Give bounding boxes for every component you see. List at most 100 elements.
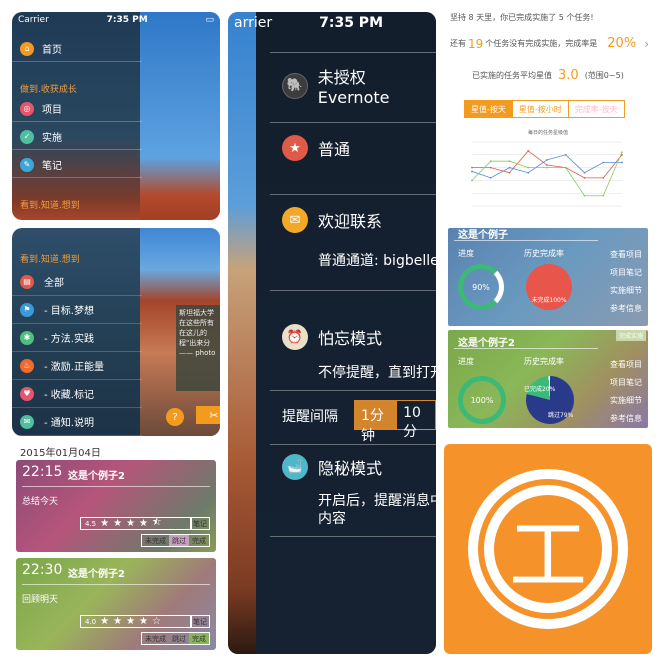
bath-icon: 🛁 [282, 454, 308, 480]
project-card[interactable]: 这是个例子 进度 历史完成率 90% 未完成100% 查看项目 项目笔记 实施细… [448, 228, 648, 326]
data-point [527, 171, 530, 174]
star-rating[interactable]: 4.5 ★ ★ ★ ★ ⯪ [80, 517, 192, 530]
link-implement-detail[interactable]: 实施细节 [610, 282, 642, 300]
task-card[interactable]: 22:30 这是个例子2 回顾明天 4.0 ★ ★ ★ ★ ☆ 笔记 未完成 跳… [16, 558, 216, 650]
photo-caption: 斯坦福大学 在这些所有 在这儿的 程"出来分 —— photo [176, 305, 220, 391]
divider [270, 290, 436, 291]
menu-item-label: - 收藏.标记 [44, 390, 94, 401]
menu-item-label: - 方法.实践 [44, 334, 94, 345]
menu-item-label: - 激励.正能量 [44, 362, 104, 373]
segment-skip[interactable]: 跳过 [169, 633, 189, 644]
scissor-icon[interactable]: ✂ [196, 406, 220, 424]
rating-score: 4.5 [85, 519, 97, 528]
carrier-label: arrier [234, 15, 273, 31]
divider [22, 486, 210, 487]
reminder-row[interactable]: ⏰ 怕忘模式 [282, 324, 382, 350]
star-icon: ★ [282, 135, 308, 161]
chart-title: 每日的任务星级值 [528, 129, 568, 136]
divider [270, 536, 436, 537]
background-photo [140, 12, 220, 220]
data-point [546, 164, 548, 166]
data-point [564, 166, 567, 169]
star-icon: ★ [100, 518, 110, 529]
note-icon: ✎ [20, 157, 34, 172]
divider [270, 52, 436, 53]
status-badge: 完成实施 [615, 330, 646, 341]
list-icon: ▤ [20, 274, 34, 289]
link-view-project[interactable]: 查看项目 [610, 356, 642, 374]
note-button[interactable]: 笔记 [190, 615, 210, 628]
link-implement-detail[interactable]: 实施细节 [610, 392, 642, 410]
divider [454, 348, 598, 349]
status-bar: Carrier 7:35 PM ▭ [12, 12, 220, 28]
history-label: 历史完成率 [524, 357, 564, 366]
history-label: 历史完成率 [524, 249, 564, 258]
tab-rate-day[interactable]: 完成率-按天 [567, 101, 624, 117]
link-view-project[interactable]: 查看项目 [610, 246, 642, 264]
star-rating[interactable]: 4.0 ★ ★ ★ ★ ☆ [80, 615, 192, 628]
segment-complete[interactable]: 完成 [189, 633, 209, 644]
segment-incomplete[interactable]: 未完成 [142, 633, 169, 644]
contact-row[interactable]: ✉ 欢迎联系 [282, 207, 382, 233]
pie-label-skip: 跳过79% [548, 412, 574, 419]
star-icon: ★ [100, 616, 110, 627]
task-time: 22:30 [22, 562, 63, 578]
link-reference[interactable]: 参考信息 [610, 410, 642, 428]
evernote-row[interactable]: 🐘 未授权Evernote [282, 64, 436, 107]
menu-item-all[interactable]: ▤ 全部 [12, 268, 142, 296]
divider [270, 194, 436, 195]
data-point [602, 176, 605, 179]
menu-item-goals[interactable]: ⚑ - 目标.梦想 [12, 296, 142, 324]
menu-item-label: 项目 [42, 105, 62, 116]
history-pie: 未完成100% [526, 264, 572, 310]
chevron-right-icon[interactable]: › [644, 37, 649, 51]
progress-label: 进度 [458, 249, 474, 258]
row-label: 隐秘模式 [318, 459, 383, 478]
menu-item-notes[interactable]: ✎ 笔记 [12, 152, 142, 178]
menu-item-methods[interactable]: ✱ - 方法.实践 [12, 324, 142, 352]
status-segment: 未完成 跳过 完成 [141, 534, 210, 547]
tab-star-day[interactable]: 星值-按天 [465, 101, 512, 117]
pie-label-done: 已完成20% [524, 386, 556, 393]
row-label: 未授权Evernote [317, 68, 390, 107]
interval-option-1min[interactable]: 1分钟 [355, 401, 398, 444]
data-point [602, 161, 605, 164]
segment-incomplete[interactable]: 未完成 [142, 535, 169, 546]
data-point [546, 166, 548, 169]
interval-option-10min[interactable]: 10分 [397, 401, 435, 440]
link-reference[interactable]: 参考信息 [610, 300, 642, 318]
app-logo-glyph: 工 [484, 485, 612, 613]
menu-item-favorites[interactable]: ♥ - 收藏.标记 [12, 380, 142, 408]
data-point [583, 176, 586, 179]
data-point [508, 166, 511, 169]
rating-score: 4.0 [85, 617, 97, 626]
normal-row[interactable]: ★ 普通 [282, 135, 350, 161]
target-icon: ◎ [20, 101, 34, 116]
menu-item-projects[interactable]: ◎ 项目 [12, 96, 142, 122]
data-point [471, 170, 473, 173]
section-header: 看到.知道.想到 [20, 201, 80, 211]
interval-label: 提醒间隔 [282, 409, 338, 425]
segment-complete[interactable]: 完成 [189, 535, 209, 546]
reminder-detail: 不停提醒，直到打开 [318, 365, 436, 381]
data-point [564, 153, 567, 156]
help-button[interactable]: ? [166, 408, 184, 426]
menu-item-motivation[interactable]: ♨ - 激励.正能量 [12, 352, 142, 380]
link-project-notes[interactable]: 项目笔记 [610, 264, 642, 282]
link-project-notes[interactable]: 项目笔记 [610, 374, 642, 392]
menu-item-home[interactable]: ⌂ 首页 [12, 36, 142, 62]
segment-skip[interactable]: 跳过 [169, 535, 189, 546]
date-header: 2015年01月04日 [20, 448, 101, 459]
task-summary: 回顾明天 [22, 595, 59, 605]
project-card[interactable]: 这是个例子2 完成实施 进度 历史完成率 100% 已完成20% 跳过79% 查… [448, 330, 648, 428]
menu-item-implement[interactable]: ✓ 实施 [12, 124, 142, 150]
private-row[interactable]: 🛁 隐秘模式 [282, 454, 382, 480]
task-card[interactable]: 22:15 这是个例子2 总结今天 4.5 ★ ★ ★ ★ ⯪ 笔记 未完成 跳… [16, 460, 216, 552]
average-star: 已实施的任务平均星值 3.0 (范围0~5) [472, 68, 624, 83]
private-detail: 开启后，提醒消息中 [318, 493, 436, 509]
note-button[interactable]: 笔记 [190, 517, 210, 530]
tab-star-hour[interactable]: 星值-按小时 [511, 101, 568, 117]
status-time: 7:35 PM [106, 15, 148, 25]
chart-tabs: 星值-按天 星值-按小时 完成率-按天 [464, 100, 625, 118]
menu-item-notices[interactable]: ✉ - 通知.说明 [12, 408, 142, 436]
